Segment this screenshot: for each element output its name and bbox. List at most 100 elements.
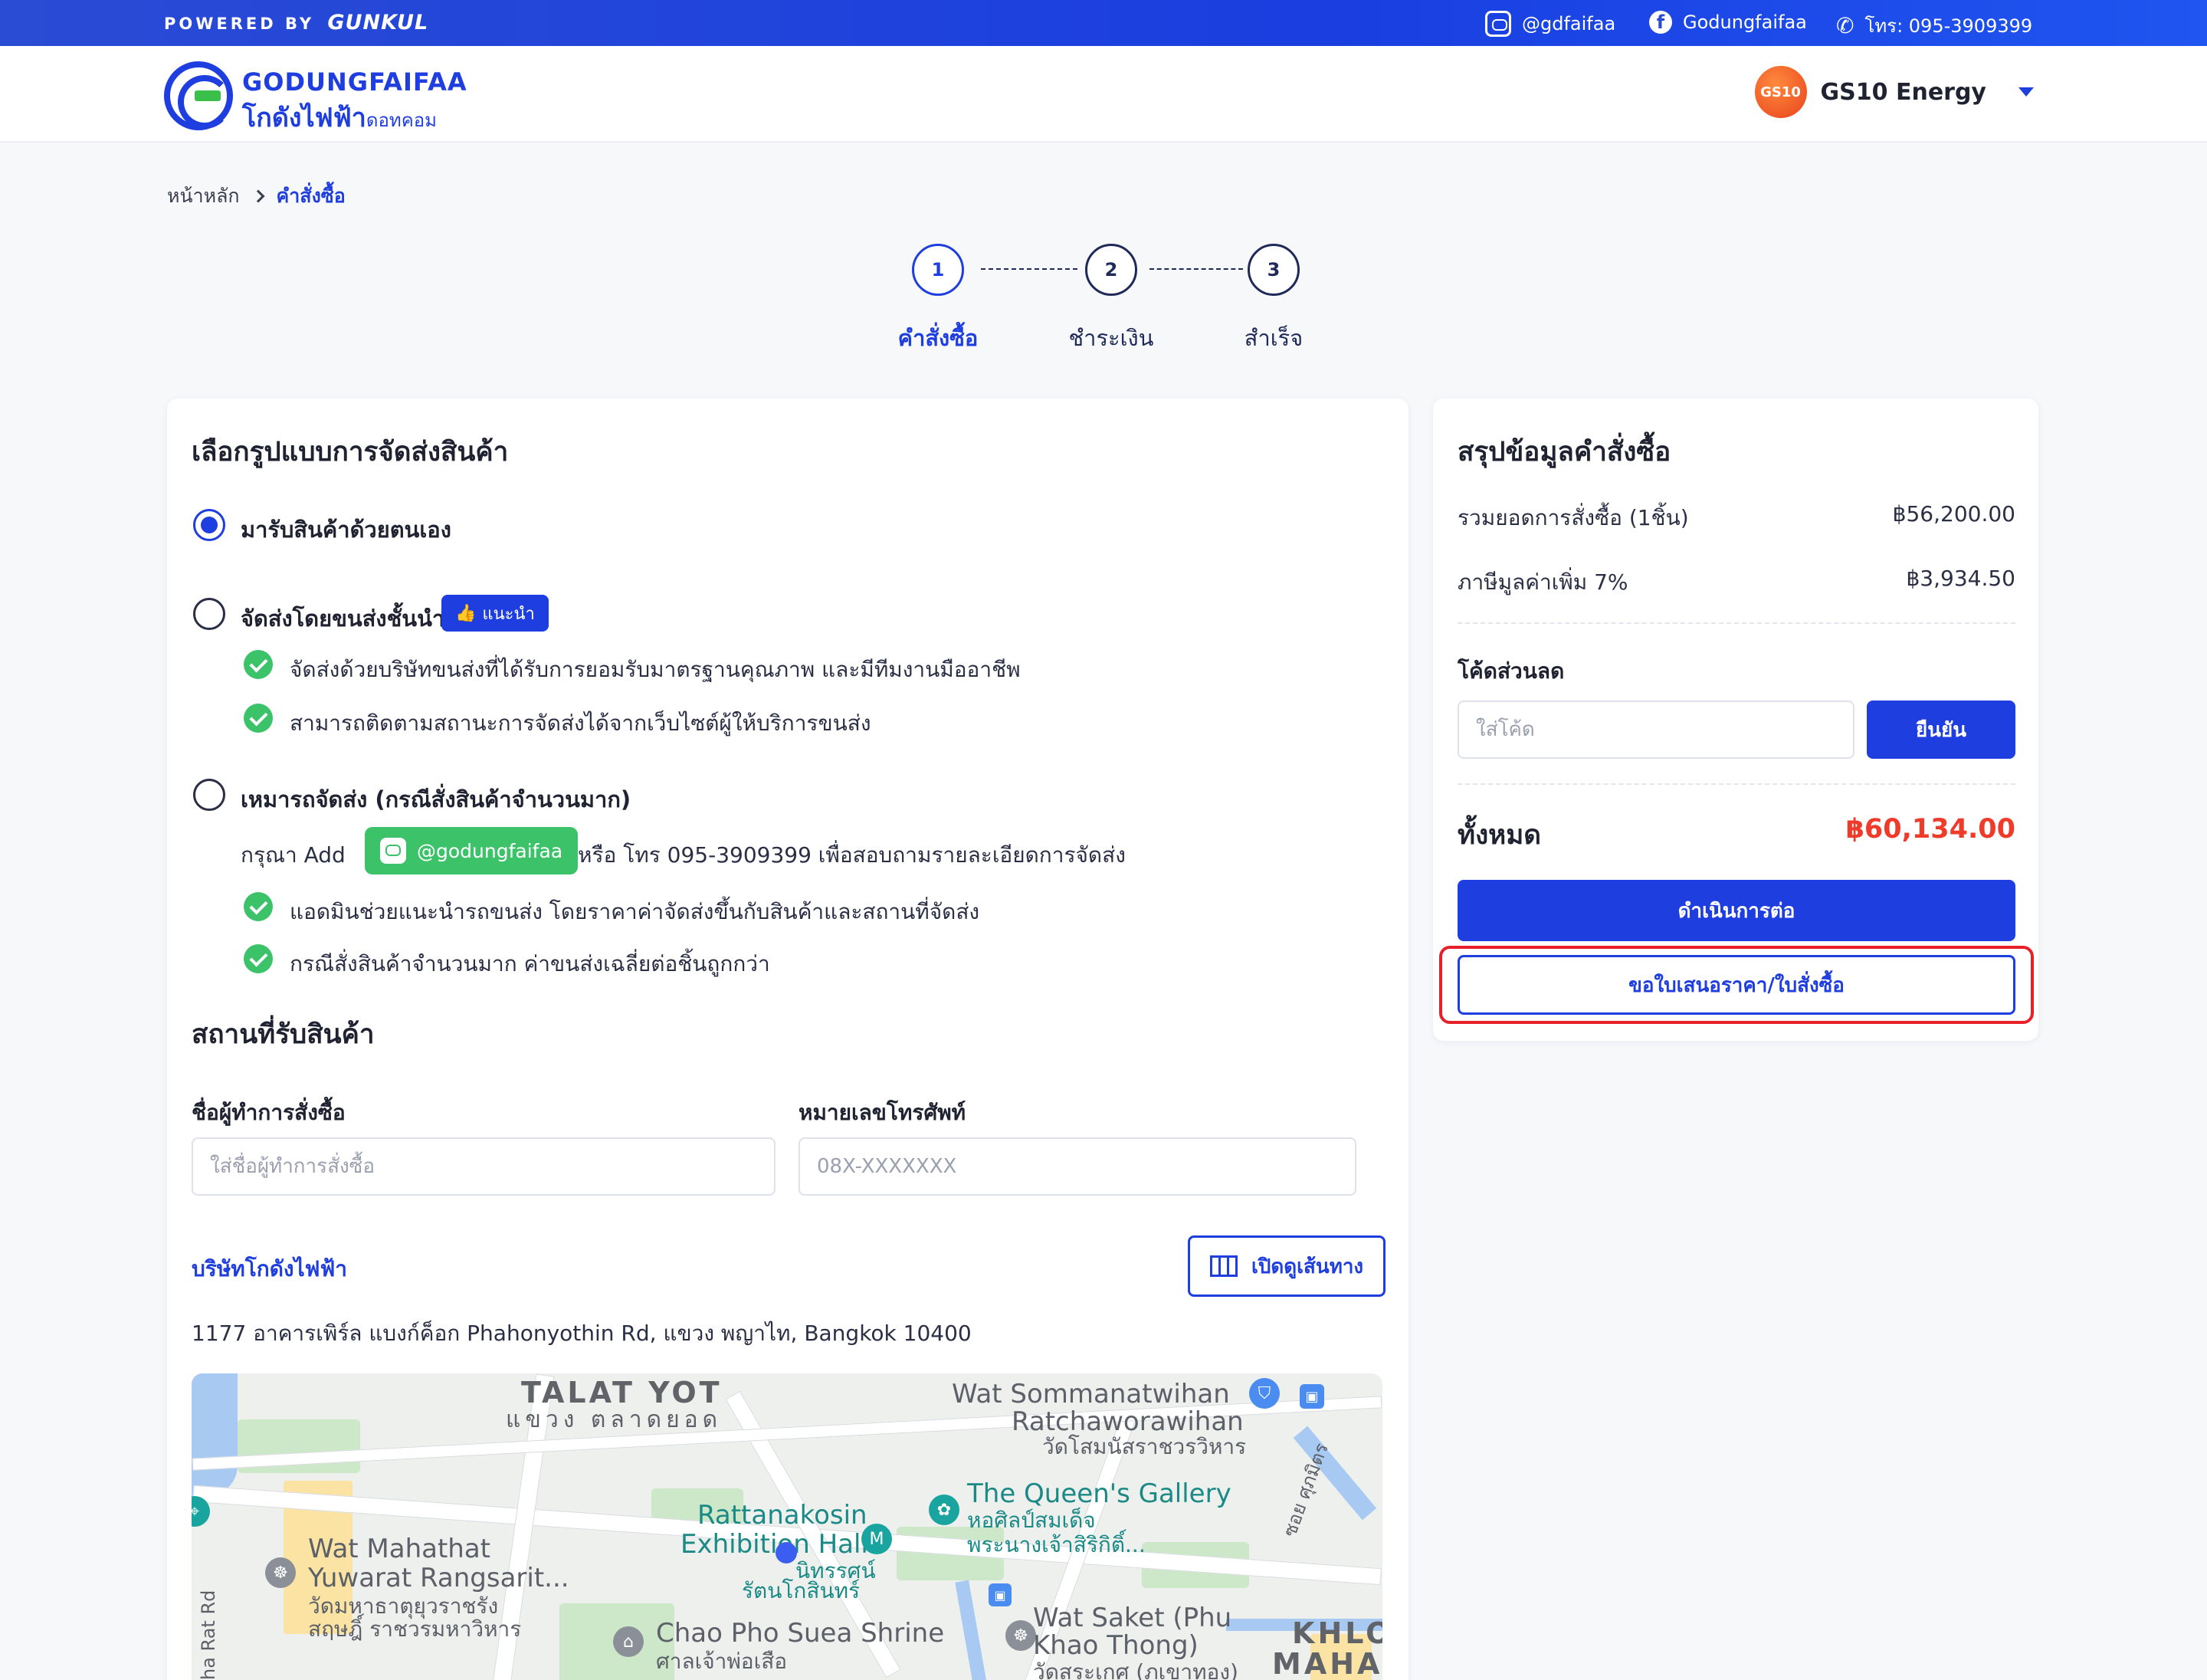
check-circle-icon (244, 944, 273, 973)
map-label: ha Rat Rd (198, 1590, 219, 1680)
thumbs-up-icon: 👍 (455, 603, 477, 623)
phone-input[interactable] (799, 1137, 1356, 1196)
gunkul-logo: GUNKUL (327, 11, 429, 34)
step-3-circle: 3 (1248, 244, 1300, 296)
map-label: Yuwarat Rangsarit... (308, 1563, 569, 1593)
step-2-circle: 2 (1085, 244, 1137, 296)
option-pickup-label[interactable]: มารับสินค้าด้วยตนเอง (241, 512, 451, 547)
map-label: KHLO (1292, 1616, 1382, 1650)
confirm-discount-button[interactable]: ยืนยัน (1867, 701, 2015, 759)
map-label: ศาลเจ้าพ่อเสือ (656, 1649, 788, 1674)
line-icon (380, 838, 406, 864)
phone-label: หมายเลขโทรศัพท์ (799, 1100, 966, 1125)
river (192, 1373, 238, 1496)
chevron-right-icon (251, 189, 265, 203)
breadcrumb-current: คำสั่งซื้อ (276, 185, 346, 207)
total-label: ทั้งหมด (1458, 820, 1542, 851)
map-label: Wat Sommanatwihan (952, 1379, 1230, 1409)
map-label: วัดสระเกศ (ภูเขาทอง) (1033, 1659, 1238, 1680)
user-name: GS10 Energy (1820, 78, 1986, 106)
bus-stop-icon: ▣ (1300, 1384, 1324, 1409)
radio-truck[interactable] (193, 779, 225, 811)
map-label: Rattanakosin (697, 1500, 867, 1531)
step-2-label: ชำระเงิน (1068, 325, 1154, 351)
check-circle-icon (244, 892, 273, 921)
logo-icon[interactable] (164, 61, 233, 130)
breadcrumb-home[interactable]: หน้าหลัก (167, 181, 240, 212)
truck-point: กรณีสั่งสินค้าจำนวนมาก ค่าขนส่งเฉลี่ยต่อ… (290, 951, 770, 976)
subtotal-value: ฿56,200.00 (1892, 501, 2015, 527)
line-add-button[interactable]: @godungfaifaa (365, 827, 579, 874)
chevron-down-icon[interactable] (2018, 87, 2034, 97)
bus-stop-icon: ▣ (989, 1583, 1012, 1606)
subtotal-row: รวมยอดการสั่งซื้อ (1ชิ้น) ฿56,200.00 (1458, 501, 2015, 535)
truck-point: แอดมินช่วยแนะนำรถขนส่ง โดยราคาค่าจัดส่งข… (290, 899, 980, 924)
open-route-button[interactable]: เปิดดูเส้นทาง (1188, 1235, 1386, 1297)
proceed-button[interactable]: ดำเนินการต่อ (1458, 880, 2015, 941)
vat-row: ภาษีมูลค่าเพิ่ม 7% ฿3,934.50 (1458, 566, 2015, 599)
map-label: Ratchaworawihan (1012, 1406, 1244, 1437)
courier-point: สามารถติดตามสถานะการจัดส่งได้จากเว็บไซต์… (290, 710, 871, 736)
shipping-title: เลือกรูปแบบการจัดส่งสินค้า (192, 437, 509, 468)
avatar: GS10 (1754, 66, 1807, 118)
request-quote-button[interactable]: ขอใบเสนอราคา/ใบสั่งซื้อ (1458, 955, 2015, 1015)
user-menu[interactable]: GS10 GS10 Energy (1754, 66, 2034, 118)
courier-point: จัดส่งด้วยบริษัทขนส่งที่ได้รับการยอมรับม… (290, 657, 1021, 682)
map-label: The Queen's Gallery (967, 1478, 1231, 1509)
map-label: วัดมหาธาตุยุวราชรัง (308, 1593, 499, 1619)
map-label: รัตนโกสินทร์ (742, 1578, 861, 1603)
logo-title[interactable]: GODUNGFAIFAA (242, 67, 467, 97)
company-address: 1177 อาคารเพิร์ล แบงก์ค็อก Phahonyothin … (192, 1321, 972, 1346)
map-label: Exhibition Hall (680, 1529, 868, 1560)
pickup-map[interactable]: TALAT YOT แขวง ตลาดยอด Wat Sommanatwihan… (192, 1373, 1382, 1680)
map-label: วัดโสมนัสราชวรวิหาร (1042, 1434, 1247, 1459)
pickup-title: สถานที่รับสินค้า (192, 1019, 375, 1050)
map-icon (1210, 1255, 1238, 1277)
line-icon (1485, 11, 1511, 37)
discount-label: โค้ดส่วนลด (1458, 658, 1565, 684)
map-label: สฤษฎิ์ ราชวรมหาวิหาร (308, 1616, 522, 1642)
option-courier-label[interactable]: จัดส่งโดยขนส่งชั้นนำ (241, 601, 444, 636)
buyer-name-input[interactable] (192, 1137, 776, 1196)
map-label: Khao Thong) (1033, 1630, 1199, 1661)
name-label: ชื่อผู้ทำการสั่งซื้อ (192, 1100, 346, 1125)
truck-prefix: กรุณา Add (241, 842, 346, 868)
summary-title: สรุปข้อมูลคำสั่งซื้อ (1458, 437, 1671, 468)
step-connector (1149, 268, 1243, 270)
location-pin-icon (776, 1542, 797, 1564)
radio-pickup[interactable] (193, 509, 225, 541)
discount-code-input[interactable] (1458, 701, 1854, 759)
line-contact[interactable]: @gdfaifaa (1485, 11, 1615, 37)
option-truck-label[interactable]: เหมารถจัดส่ง (กรณีสั่งสินค้าจำนวนมาก) (241, 782, 631, 817)
company-name: บริษัทโกดังไฟฟ้า (192, 1256, 348, 1281)
step-1-circle: 1 (912, 244, 964, 296)
temple-pin-icon: ☸ (265, 1557, 296, 1588)
map-label: TALAT YOT (521, 1376, 723, 1409)
map-label: พระนางเจ้าสิริกิติ์... (967, 1532, 1146, 1557)
site-header: GODUNGFAIFAA โกดังไฟฟ้าดอทคอม GS10 GS10 … (0, 46, 2207, 143)
facebook-contact[interactable]: f Godungfaifaa (1649, 11, 1807, 34)
logo-subtitle[interactable]: โกดังไฟฟ้าดอทคอม (242, 97, 437, 138)
phone-icon: ✆ (1836, 13, 1854, 38)
divider (1458, 783, 2015, 785)
map-label: หอศิลป์สมเด็จ (967, 1508, 1096, 1533)
check-circle-icon (244, 704, 273, 733)
top-bar: POWERED BY GUNKUL @gdfaifaa f Godungfaif… (0, 0, 2207, 46)
recommend-badge: 👍 แนะนำ (441, 595, 549, 632)
facebook-icon: f (1649, 11, 1672, 34)
step-1-label: คำสั่งซื้อ (897, 325, 979, 351)
map-label: Wat Saket (Phu (1033, 1603, 1232, 1633)
vat-label: ภาษีมูลค่าเพิ่ม 7% (1458, 569, 1628, 595)
radio-courier[interactable] (193, 598, 225, 630)
total-value: ฿60,134.00 (1845, 814, 2015, 845)
truck-suffix: หรือ โทร 095-3909399 เพื่อสอบถามรายละเอี… (578, 842, 1126, 868)
step-connector (981, 268, 1077, 270)
vat-value: ฿3,934.50 (1906, 566, 2015, 591)
subtotal-label: รวมยอดการสั่งซื้อ (1ชิ้น) (1458, 505, 1689, 530)
canal (955, 1580, 990, 1680)
powered-by: POWERED BY GUNKUL (164, 11, 429, 34)
phone-contact[interactable]: ✆ โทร: 095-3909399 (1836, 11, 2032, 41)
map-label: MAHA (1272, 1647, 1382, 1680)
divider (1458, 622, 2015, 624)
map-label: Wat Mahathat (308, 1534, 491, 1564)
